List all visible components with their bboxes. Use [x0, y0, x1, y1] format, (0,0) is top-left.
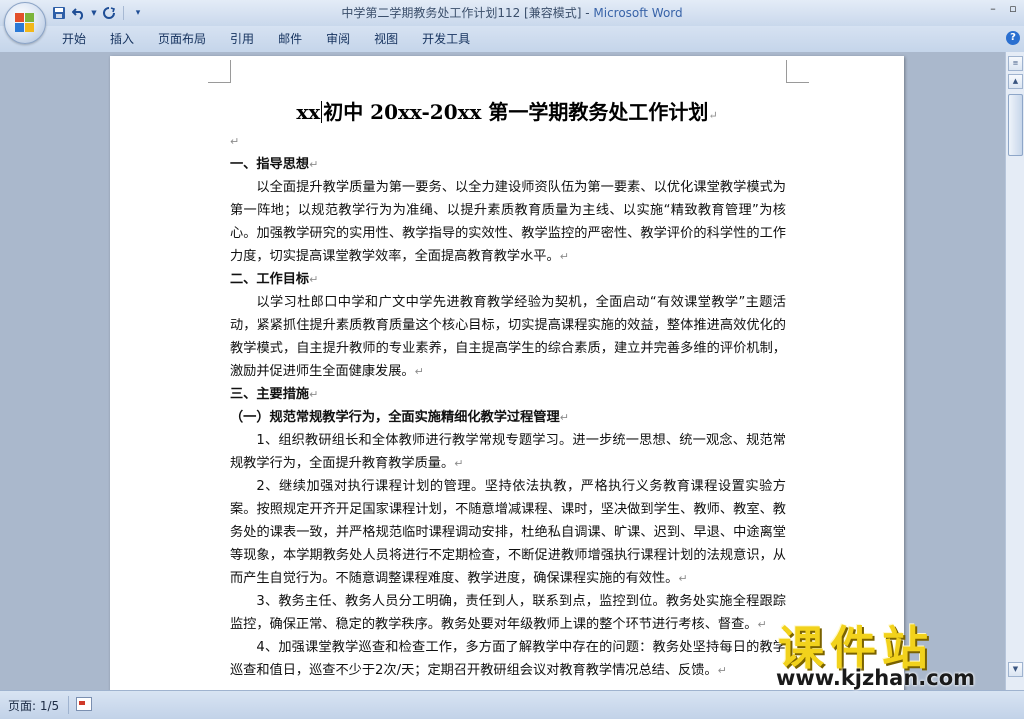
- paragraph-text: 3、教务主任、教务人员分工明确，责任到人，联系到点，监控到位。教务处实施全程跟踪…: [230, 594, 786, 632]
- window-controls: – ▫: [986, 2, 1020, 15]
- office-button[interactable]: [4, 2, 46, 44]
- paragraph-text: 二、工作目标: [230, 272, 310, 287]
- watermark-url: www.kjzhan.com: [776, 666, 976, 690]
- document-body: ↵ 一、指导思想↵ 以全面提升教学质量为第一要务、以全力建设师资队伍为第一要素、以优…: [230, 130, 786, 682]
- paragraph-mark: ↵: [309, 273, 319, 286]
- paragraph-mark: ↵: [717, 664, 727, 677]
- body-paragraph: 以全面提升教学质量为第一要务、以全力建设师资队伍为第一要素、以优化课堂教学模式为…: [230, 176, 786, 268]
- paragraph-text: 一、指导思想: [230, 157, 310, 172]
- restore-icon[interactable]: ▫: [1006, 2, 1020, 15]
- paragraph-mark: ↵: [309, 388, 319, 401]
- title-text-left: xx: [296, 100, 321, 124]
- vertical-scrollbar[interactable]: ≡ ▲ ▼: [1005, 52, 1024, 690]
- document-title: xx 初中 20xx-20xx 第一学期教务处工作计划↵: [110, 96, 904, 125]
- tab-home[interactable]: 开始: [50, 30, 98, 48]
- watermark-logo: 课件站 www.kjzhan.com: [770, 612, 1020, 692]
- section-heading: 二、工作目标↵: [230, 268, 786, 291]
- paragraph-mark: ↵: [309, 158, 319, 171]
- paragraph-mark: ↵: [678, 572, 688, 585]
- tab-list: 开始 插入 页面布局 引用 邮件 审阅 视图 开发工具: [50, 30, 482, 48]
- paragraph-text: 三、主要措施: [230, 387, 310, 402]
- document-name: 中学第二学期教务处工作计划112 [兼容模式] -: [341, 6, 594, 20]
- section-heading: 一、指导思想↵: [230, 153, 786, 176]
- paragraph-mark: ↵: [559, 250, 569, 263]
- body-paragraph: 2、继续加强对执行课程计划的管理。坚持依法执教，严格执行义务教育课程设置实验方案…: [230, 475, 786, 590]
- paragraph-mark: ↵: [708, 109, 718, 122]
- page-count[interactable]: 页面: 1/5: [8, 697, 59, 714]
- paragraph-text: 以全面提升教学质量为第一要务、以全力建设师资队伍为第一要素、以优化课堂教学模式为…: [230, 180, 786, 264]
- paragraph-text: （一）规范常规教学行为，全面实施精细化教学过程管理: [230, 410, 560, 425]
- tab-page-layout[interactable]: 页面布局: [146, 30, 218, 48]
- margin-corner-mark: [208, 60, 231, 83]
- split-view-icon[interactable]: ≡: [1008, 56, 1023, 71]
- paragraph-mark: ↵: [414, 365, 424, 378]
- subsection-heading: （一）规范常规教学行为，全面实施精细化教学过程管理↵: [230, 406, 786, 429]
- help-icon[interactable]: ?: [1006, 31, 1020, 45]
- document-page[interactable]: xx 初中 20xx-20xx 第一学期教务处工作计划↵ ↵ 一、指导思想↵ 以全面提…: [110, 56, 904, 690]
- body-paragraph: 以学习杜郎口中学和广文中学先进教育教学经验为契机，全面启动“有效课堂教学”主题活…: [230, 291, 786, 383]
- scrollbar-thumb[interactable]: [1008, 94, 1023, 156]
- status-separator: [68, 696, 69, 714]
- status-bar: 页面: 1/5: [0, 690, 1024, 719]
- title-bar: ▼ ▾ 中学第二学期教务处工作计划112 [兼容模式] - Microsoft …: [0, 0, 1024, 44]
- tab-references[interactable]: 引用: [218, 30, 266, 48]
- minimize-icon[interactable]: –: [986, 2, 1000, 15]
- tab-review[interactable]: 审阅: [314, 30, 362, 48]
- tab-view[interactable]: 视图: [362, 30, 410, 48]
- paragraph-text: 2、继续加强对执行课程计划的管理。坚持依法执教，严格执行义务教育课程设置实验方案…: [230, 479, 786, 586]
- paragraph-mark: ↵: [454, 457, 464, 470]
- tab-insert[interactable]: 插入: [98, 30, 146, 48]
- office-button-icon: [15, 13, 35, 33]
- section-heading: 三、主要措施↵: [230, 383, 786, 406]
- tab-mailings[interactable]: 邮件: [266, 30, 314, 48]
- paragraph-mark: ↵: [230, 135, 240, 148]
- body-paragraph: 1、组织教研组长和全体教师进行教学常规专题学习。进一步统一思想、统一观念、规范常…: [230, 429, 786, 475]
- paragraph-mark: ↵: [757, 618, 767, 631]
- document-workspace: xx 初中 20xx-20xx 第一学期教务处工作计划↵ ↵ 一、指导思想↵ 以全面提…: [0, 52, 1006, 690]
- body-paragraph: 4、加强课堂教学巡查和检查工作，多方面了解教学中存在的问题：教务处坚持每日的教学…: [230, 636, 786, 682]
- tab-developer[interactable]: 开发工具: [410, 30, 482, 48]
- paragraph-text: 1、组织教研组长和全体教师进行教学常规专题学习。进一步统一思想、统一观念、规范常…: [230, 433, 786, 471]
- window-title: 中学第二学期教务处工作计划112 [兼容模式] - Microsoft Word: [0, 4, 1024, 21]
- paragraph-mark: ↵: [559, 411, 569, 424]
- empty-paragraph: ↵: [230, 130, 786, 153]
- scroll-up-icon[interactable]: ▲: [1008, 74, 1023, 89]
- margin-corner-mark: [786, 60, 809, 83]
- language-icon[interactable]: [76, 697, 92, 711]
- title-text-right: 初中 20xx-20xx 第一学期教务处工作计划: [323, 100, 709, 124]
- app-name: Microsoft Word: [593, 6, 683, 20]
- paragraph-text: 4、加强课堂教学巡查和检查工作，多方面了解教学中存在的问题：教务处坚持每日的教学…: [230, 640, 786, 678]
- body-paragraph: 3、教务主任、教务人员分工明确，责任到人，联系到点，监控到位。教务处实施全程跟踪…: [230, 590, 786, 636]
- ribbon-tabs: 开始 插入 页面布局 引用 邮件 审阅 视图 开发工具 ?: [0, 26, 1024, 53]
- paragraph-text: 以学习杜郎口中学和广文中学先进教育教学经验为契机，全面启动“有效课堂教学”主题活…: [230, 295, 786, 379]
